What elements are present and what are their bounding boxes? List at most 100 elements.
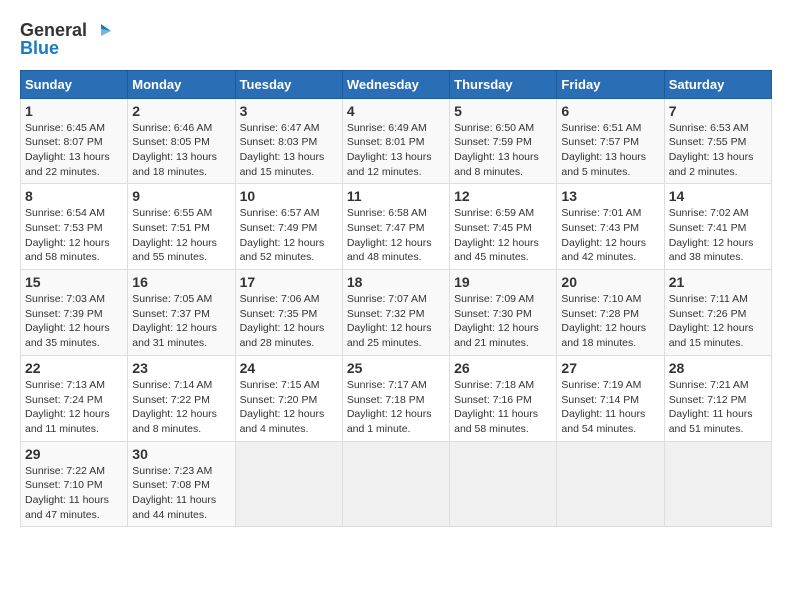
calendar-week-2: 8 Sunrise: 6:54 AM Sunset: 7:53 PM Daylig… xyxy=(21,184,772,270)
day-info: Sunrise: 6:54 AM Sunset: 7:53 PM Dayligh… xyxy=(25,206,123,265)
day-info: Sunrise: 7:19 AM Sunset: 7:14 PM Dayligh… xyxy=(561,378,659,437)
day-number: 23 xyxy=(132,360,230,376)
day-number: 4 xyxy=(347,103,445,119)
day-info: Sunrise: 6:57 AM Sunset: 7:49 PM Dayligh… xyxy=(240,206,338,265)
day-info: Sunrise: 6:47 AM Sunset: 8:03 PM Dayligh… xyxy=(240,121,338,180)
day-info: Sunrise: 7:13 AM Sunset: 7:24 PM Dayligh… xyxy=(25,378,123,437)
logo-container: General Blue xyxy=(20,20,111,60)
page-header: General Blue xyxy=(20,20,772,60)
calendar-cell xyxy=(450,441,557,527)
calendar-cell: 26 Sunrise: 7:18 AM Sunset: 7:16 PM Dayli… xyxy=(450,355,557,441)
calendar-cell: 6 Sunrise: 6:51 AM Sunset: 7:57 PM Daylig… xyxy=(557,98,664,184)
calendar-cell: 23 Sunrise: 7:14 AM Sunset: 7:22 PM Dayli… xyxy=(128,355,235,441)
day-header-tuesday: Tuesday xyxy=(235,70,342,98)
day-info: Sunrise: 6:59 AM Sunset: 7:45 PM Dayligh… xyxy=(454,206,552,265)
day-info: Sunrise: 7:02 AM Sunset: 7:41 PM Dayligh… xyxy=(669,206,767,265)
day-number: 8 xyxy=(25,188,123,204)
calendar-cell: 19 Sunrise: 7:09 AM Sunset: 7:30 PM Dayli… xyxy=(450,270,557,356)
calendar-cell: 14 Sunrise: 7:02 AM Sunset: 7:41 PM Dayli… xyxy=(664,184,771,270)
day-number: 28 xyxy=(669,360,767,376)
day-info: Sunrise: 6:51 AM Sunset: 7:57 PM Dayligh… xyxy=(561,121,659,180)
calendar-cell: 21 Sunrise: 7:11 AM Sunset: 7:26 PM Dayli… xyxy=(664,270,771,356)
day-header-thursday: Thursday xyxy=(450,70,557,98)
day-info: Sunrise: 7:09 AM Sunset: 7:30 PM Dayligh… xyxy=(454,292,552,351)
day-number: 18 xyxy=(347,274,445,290)
day-number: 13 xyxy=(561,188,659,204)
calendar-cell: 25 Sunrise: 7:17 AM Sunset: 7:18 PM Dayli… xyxy=(342,355,449,441)
calendar-cell: 1 Sunrise: 6:45 AM Sunset: 8:07 PM Daylig… xyxy=(21,98,128,184)
day-number: 25 xyxy=(347,360,445,376)
day-number: 11 xyxy=(347,188,445,204)
calendar-cell: 8 Sunrise: 6:54 AM Sunset: 7:53 PM Daylig… xyxy=(21,184,128,270)
logo-blue: Blue xyxy=(20,38,59,60)
day-info: Sunrise: 6:46 AM Sunset: 8:05 PM Dayligh… xyxy=(132,121,230,180)
calendar-week-4: 22 Sunrise: 7:13 AM Sunset: 7:24 PM Dayli… xyxy=(21,355,772,441)
calendar-cell: 17 Sunrise: 7:06 AM Sunset: 7:35 PM Dayli… xyxy=(235,270,342,356)
calendar-cell: 4 Sunrise: 6:49 AM Sunset: 8:01 PM Daylig… xyxy=(342,98,449,184)
calendar-cell: 27Sunrise: 7:19 AM Sunset: 7:14 PM Dayli… xyxy=(557,355,664,441)
calendar-cell: 20Sunrise: 7:10 AM Sunset: 7:28 PM Dayli… xyxy=(557,270,664,356)
day-info: Sunrise: 7:06 AM Sunset: 7:35 PM Dayligh… xyxy=(240,292,338,351)
day-info: Sunrise: 7:10 AM Sunset: 7:28 PM Dayligh… xyxy=(561,292,659,351)
calendar-cell: 16 Sunrise: 7:05 AM Sunset: 7:37 PM Dayli… xyxy=(128,270,235,356)
day-number: 26 xyxy=(454,360,552,376)
day-info: Sunrise: 7:15 AM Sunset: 7:20 PM Dayligh… xyxy=(240,378,338,437)
day-number: 5 xyxy=(454,103,552,119)
logo-bird-icon xyxy=(89,20,111,42)
calendar-cell: 7 Sunrise: 6:53 AM Sunset: 7:55 PM Daylig… xyxy=(664,98,771,184)
day-number: 9 xyxy=(132,188,230,204)
day-number: 7 xyxy=(669,103,767,119)
day-header-sunday: Sunday xyxy=(21,70,128,98)
calendar-week-3: 15Sunrise: 7:03 AM Sunset: 7:39 PM Dayli… xyxy=(21,270,772,356)
calendar-cell: 3 Sunrise: 6:47 AM Sunset: 8:03 PM Daylig… xyxy=(235,98,342,184)
calendar-week-1: 1 Sunrise: 6:45 AM Sunset: 8:07 PM Daylig… xyxy=(21,98,772,184)
day-info: Sunrise: 7:18 AM Sunset: 7:16 PM Dayligh… xyxy=(454,378,552,437)
day-info: Sunrise: 6:53 AM Sunset: 7:55 PM Dayligh… xyxy=(669,121,767,180)
day-header-saturday: Saturday xyxy=(664,70,771,98)
day-info: Sunrise: 7:14 AM Sunset: 7:22 PM Dayligh… xyxy=(132,378,230,437)
calendar-week-5: 29 Sunrise: 7:22 AM Sunset: 7:10 PM Dayli… xyxy=(21,441,772,527)
day-number: 19 xyxy=(454,274,552,290)
day-header-wednesday: Wednesday xyxy=(342,70,449,98)
calendar-cell: 22 Sunrise: 7:13 AM Sunset: 7:24 PM Dayli… xyxy=(21,355,128,441)
day-info: Sunrise: 6:50 AM Sunset: 7:59 PM Dayligh… xyxy=(454,121,552,180)
day-header-friday: Friday xyxy=(557,70,664,98)
calendar-cell: 30Sunrise: 7:23 AM Sunset: 7:08 PM Dayli… xyxy=(128,441,235,527)
calendar-cell: 10 Sunrise: 6:57 AM Sunset: 7:49 PM Dayli… xyxy=(235,184,342,270)
calendar-cell xyxy=(664,441,771,527)
calendar-header-row: SundayMondayTuesdayWednesdayThursdayFrid… xyxy=(21,70,772,98)
day-number: 3 xyxy=(240,103,338,119)
calendar-cell: 29 Sunrise: 7:22 AM Sunset: 7:10 PM Dayli… xyxy=(21,441,128,527)
calendar-cell: 5 Sunrise: 6:50 AM Sunset: 7:59 PM Daylig… xyxy=(450,98,557,184)
day-number: 6 xyxy=(561,103,659,119)
day-info: Sunrise: 7:22 AM Sunset: 7:10 PM Dayligh… xyxy=(25,464,123,523)
day-number: 16 xyxy=(132,274,230,290)
calendar-cell xyxy=(342,441,449,527)
calendar-cell: 24 Sunrise: 7:15 AM Sunset: 7:20 PM Dayli… xyxy=(235,355,342,441)
day-number: 1 xyxy=(25,103,123,119)
day-info: Sunrise: 7:11 AM Sunset: 7:26 PM Dayligh… xyxy=(669,292,767,351)
day-info: Sunrise: 7:03 AM Sunset: 7:39 PM Dayligh… xyxy=(25,292,123,351)
day-info: Sunrise: 7:21 AM Sunset: 7:12 PM Dayligh… xyxy=(669,378,767,437)
day-info: Sunrise: 6:45 AM Sunset: 8:07 PM Dayligh… xyxy=(25,121,123,180)
day-number: 2 xyxy=(132,103,230,119)
day-number: 24 xyxy=(240,360,338,376)
calendar-cell xyxy=(557,441,664,527)
calendar-cell: 18Sunrise: 7:07 AM Sunset: 7:32 PM Dayli… xyxy=(342,270,449,356)
day-info: Sunrise: 6:58 AM Sunset: 7:47 PM Dayligh… xyxy=(347,206,445,265)
calendar-cell: 9Sunrise: 6:55 AM Sunset: 7:51 PM Daylig… xyxy=(128,184,235,270)
calendar-cell: 2 Sunrise: 6:46 AM Sunset: 8:05 PM Daylig… xyxy=(128,98,235,184)
day-info: Sunrise: 6:49 AM Sunset: 8:01 PM Dayligh… xyxy=(347,121,445,180)
day-header-monday: Monday xyxy=(128,70,235,98)
day-number: 10 xyxy=(240,188,338,204)
day-number: 29 xyxy=(25,446,123,462)
day-number: 17 xyxy=(240,274,338,290)
logo: General Blue xyxy=(20,20,111,60)
day-number: 21 xyxy=(669,274,767,290)
day-number: 22 xyxy=(25,360,123,376)
day-number: 14 xyxy=(669,188,767,204)
calendar-cell xyxy=(235,441,342,527)
calendar-cell: 13Sunrise: 7:01 AM Sunset: 7:43 PM Dayli… xyxy=(557,184,664,270)
day-info: Sunrise: 7:17 AM Sunset: 7:18 PM Dayligh… xyxy=(347,378,445,437)
day-info: Sunrise: 7:05 AM Sunset: 7:37 PM Dayligh… xyxy=(132,292,230,351)
